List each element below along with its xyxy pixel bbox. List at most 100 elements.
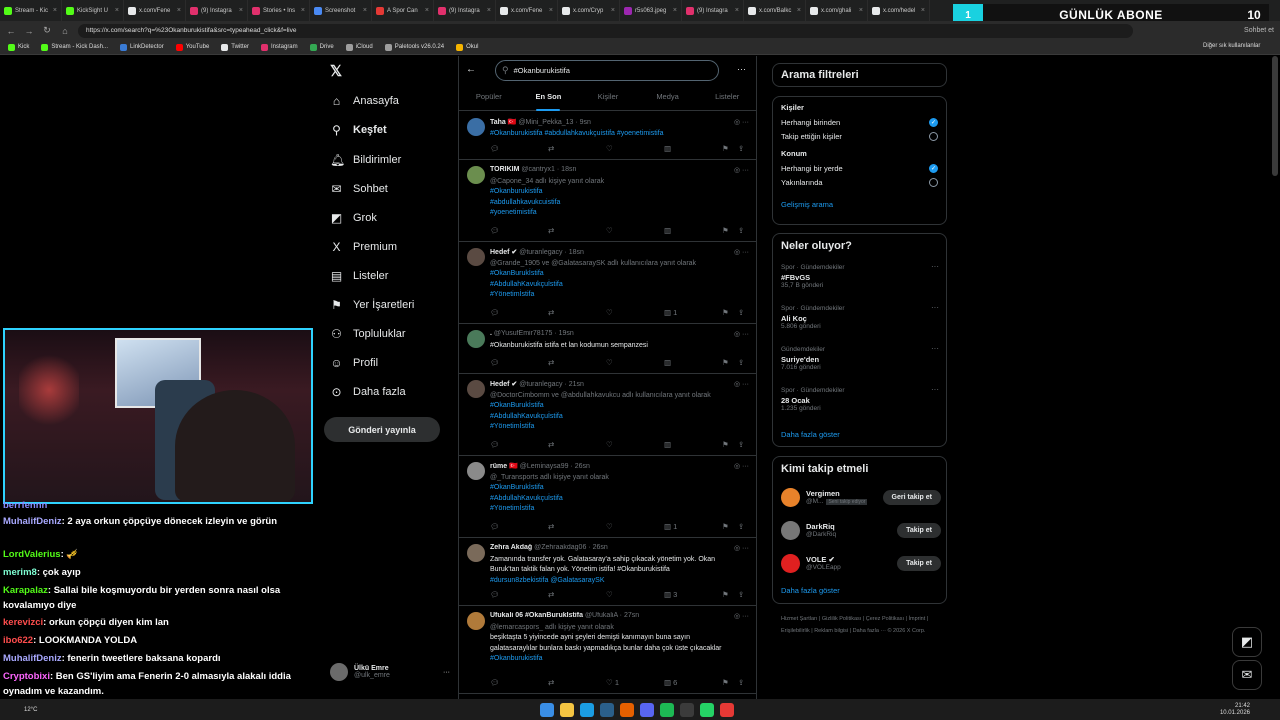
tweet-author[interactable]: Taha 🇹🇷	[490, 119, 516, 126]
tweet[interactable]: rüme 🇹🇷 @Leminaysa99 · 26sn ◎ ··· @_Turans…	[459, 456, 757, 538]
more-icon[interactable]: ···	[742, 545, 749, 552]
grok-icon[interactable]: ◎	[734, 381, 742, 388]
follow-button[interactable]: Geri takip et	[882, 489, 941, 505]
nav-item-ke-fet[interactable]: ⚲ Keşfet	[330, 120, 387, 140]
nav-item-anasayfa[interactable]: ⌂ Anasayfa	[330, 91, 399, 111]
hashtag-line[interactable]: #Yönetimİstifa	[490, 290, 745, 300]
follow-button[interactable]: Takip et	[897, 555, 941, 571]
avatar[interactable]	[781, 520, 800, 540]
share-icon[interactable]: ⇪	[738, 358, 748, 367]
browser-tab[interactable]: x.com/ghali ×	[806, 0, 868, 21]
nav-item-topluluklar[interactable]: ⚇ Topluluklar	[330, 324, 405, 344]
share-icon[interactable]: ⇪	[738, 226, 748, 235]
bookmark-icon[interactable]: ⚑	[722, 678, 738, 687]
browser-tab[interactable]: (9) Instagra ×	[186, 0, 248, 21]
share-icon[interactable]: ⇪	[738, 440, 748, 449]
grok-icon[interactable]: ◎	[734, 331, 742, 338]
avatar[interactable]	[467, 462, 485, 480]
tab-listeler[interactable]: Listeler	[697, 86, 757, 110]
like-icon[interactable]: ♡	[606, 590, 664, 599]
tweet-author[interactable]: rüme 🇹🇷	[490, 463, 518, 470]
like-icon[interactable]: ♡	[606, 308, 664, 317]
avatar[interactable]	[467, 380, 485, 398]
other-bookmarks[interactable]: Diğer sık kullanılanlar	[1203, 43, 1260, 49]
chat-username[interactable]: merim8	[3, 567, 37, 578]
bookmark-icon[interactable]: ⚑	[722, 144, 738, 153]
reply-icon[interactable]: 💬︎	[490, 440, 548, 449]
views-icon[interactable]: ▥	[664, 226, 722, 235]
account-switcher[interactable]: Ülkü Emre @ulk_emre ···	[330, 660, 450, 684]
show-more-trends-link[interactable]: Daha fazla göster	[781, 430, 840, 439]
hashtag-line[interactable]: #AbdullahKavukçuİstifa	[490, 412, 745, 422]
close-tab-icon[interactable]: ×	[549, 7, 553, 14]
profile-chat-label[interactable]: Sohbet et	[1244, 27, 1274, 34]
nav-item-bildirimler[interactable]: 🔔︎ Bildirimler	[330, 150, 401, 170]
follow-suggestion[interactable]: Vergimen @M... Seni takip ediyor Geri takip…	[781, 485, 941, 509]
more-icon[interactable]: ···	[742, 613, 749, 620]
reply-icon[interactable]: 💬︎	[490, 678, 548, 687]
browser-tab[interactable]: (9) Instagra ×	[434, 0, 496, 21]
bookmark-item[interactable]: Instagram	[260, 43, 298, 51]
more-icon[interactable]: ···	[742, 463, 749, 470]
avatar[interactable]	[781, 487, 800, 507]
grok-icon[interactable]: ◎	[734, 249, 742, 256]
reload-icon[interactable]: ↻	[42, 25, 52, 36]
follow-suggestion[interactable]: VOLE ✔ @VOLEapp Takip et	[781, 551, 941, 575]
hashtag-line[interactable]: #yoenetimistifa	[490, 208, 745, 218]
browser-tab[interactable]: Stories • Ins ×	[248, 0, 310, 21]
close-tab-icon[interactable]: ×	[363, 7, 367, 14]
reply-icon[interactable]: 💬︎	[490, 308, 548, 317]
browser-tab[interactable]: Stream - Kic ×	[0, 0, 62, 21]
follow-button[interactable]: Takip et	[897, 522, 941, 538]
share-icon[interactable]: ⇪	[738, 678, 748, 687]
clock[interactable]: 21:42 10.01.2026	[1220, 703, 1250, 717]
views-icon[interactable]: ▥ 6	[664, 678, 722, 687]
browser-tab[interactable]: x.com/Balkc ×	[744, 0, 806, 21]
share-icon[interactable]: ⇪	[738, 144, 748, 153]
follow-name[interactable]: Vergimen	[806, 489, 867, 498]
avatar[interactable]	[467, 612, 485, 630]
retweet-icon[interactable]: ⇄	[548, 308, 606, 317]
firefox-icon[interactable]	[620, 702, 635, 717]
scrollbar[interactable]	[1272, 56, 1278, 176]
hashtag-line[interactable]: #OkanBurukİstifa	[490, 401, 745, 411]
filter-option-following[interactable]: Takip ettiğin kişiler	[781, 129, 938, 143]
filter-option-anywhere[interactable]: Herhangi bir yerde ✓	[781, 161, 938, 175]
bookmark-item[interactable]: Drive	[309, 43, 334, 51]
hashtag-line[interactable]: #AbdullahKavukçuİstifa	[490, 494, 745, 504]
bookmark-icon[interactable]: ⚑	[722, 308, 738, 317]
close-tab-icon[interactable]: ×	[301, 7, 305, 14]
browser-tab[interactable]: x.com/Cryp ×	[558, 0, 620, 21]
trend-item[interactable]: Gündemdekiler Suriye'den 7.016 gönderi ···	[781, 344, 939, 371]
avatar[interactable]	[467, 248, 485, 266]
close-tab-icon[interactable]: ×	[797, 7, 801, 14]
tweet[interactable]: Zehra Akdağ @Zehraakdag06 · 26sn ◎ ··· Zam…	[459, 538, 757, 606]
obs-icon[interactable]	[680, 702, 695, 717]
grok-icon[interactable]: ◎	[734, 613, 742, 620]
tweet-author[interactable]: Ufukali 06 #OkanBurukİstifa	[490, 612, 583, 619]
show-more-follow-link[interactable]: Daha fazla göster	[781, 586, 840, 595]
tweet-author[interactable]: Hedef ✔	[490, 249, 517, 256]
bookmark-item[interactable]: Twitter	[221, 43, 249, 51]
close-tab-icon[interactable]: ×	[673, 7, 677, 14]
steam-icon[interactable]	[600, 702, 615, 717]
browser-tab[interactable]: (9) Instagra ×	[682, 0, 744, 21]
views-icon[interactable]: ▥ 3	[664, 590, 722, 599]
edge-icon[interactable]	[580, 702, 595, 717]
retweet-icon[interactable]: ⇄	[548, 678, 606, 687]
hashtag-line[interactable]: #OkanBurukİstifa	[490, 483, 745, 493]
retweet-icon[interactable]: ⇄	[548, 590, 606, 599]
tweet[interactable]: Hedef ✔ @turanlegacy · 21sn ◎ ··· @DoctorC…	[459, 374, 757, 456]
windows-start-icon[interactable]	[540, 702, 555, 717]
grok-icon[interactable]: ◎	[734, 167, 742, 174]
views-icon[interactable]: ▥	[664, 144, 722, 153]
advanced-search-link[interactable]: Gelişmiş arama	[781, 200, 938, 209]
bookmark-icon[interactable]: ⚑	[722, 226, 738, 235]
bookmark-icon[interactable]: ⚑	[722, 522, 738, 531]
more-icon[interactable]: ···	[742, 249, 749, 256]
views-icon[interactable]: ▥ 1	[664, 308, 722, 317]
tweet[interactable]: Taha 🇹🇷 @Mini_Pekka_13 · 9sn ◎ ··· #Okanbu…	[459, 112, 757, 160]
nav-item-daha-fazla[interactable]: ⊙ Daha fazla	[330, 382, 405, 402]
avatar[interactable]	[467, 118, 485, 136]
avatar[interactable]	[467, 330, 485, 348]
